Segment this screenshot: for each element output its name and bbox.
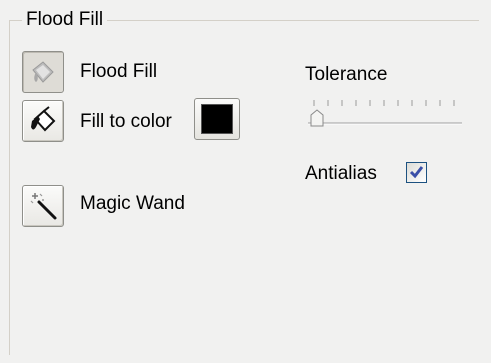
group-title: Flood Fill	[22, 8, 108, 32]
color-swatch	[201, 104, 233, 134]
paint-bucket-icon	[31, 106, 56, 132]
antialias-label: Antialias	[305, 163, 377, 184]
checkmark-icon	[409, 166, 424, 179]
tolerance-slider[interactable]	[304, 94, 464, 134]
fill-to-color-label: Fill to color	[80, 111, 172, 132]
fill-to-color-button[interactable]	[22, 100, 64, 142]
flood-fill-label: Flood Fill	[80, 61, 158, 82]
antialias-checkbox[interactable]	[406, 162, 427, 183]
tolerance-slider-track	[308, 100, 462, 127]
tolerance-label: Tolerance	[305, 64, 388, 85]
magic-wand-label: Magic Wand	[80, 193, 185, 214]
tolerance-slider-thumb[interactable]	[310, 109, 324, 127]
flood-fill-panel: Flood Fill Flood Fill Fill to color Magi…	[0, 0, 491, 363]
fill-color-swatch-button[interactable]	[194, 98, 240, 140]
flood-fill-icon	[32, 61, 54, 83]
flood-fill-button[interactable]	[22, 51, 64, 93]
magic-wand-icon	[30, 193, 57, 220]
magic-wand-button[interactable]	[22, 185, 64, 227]
